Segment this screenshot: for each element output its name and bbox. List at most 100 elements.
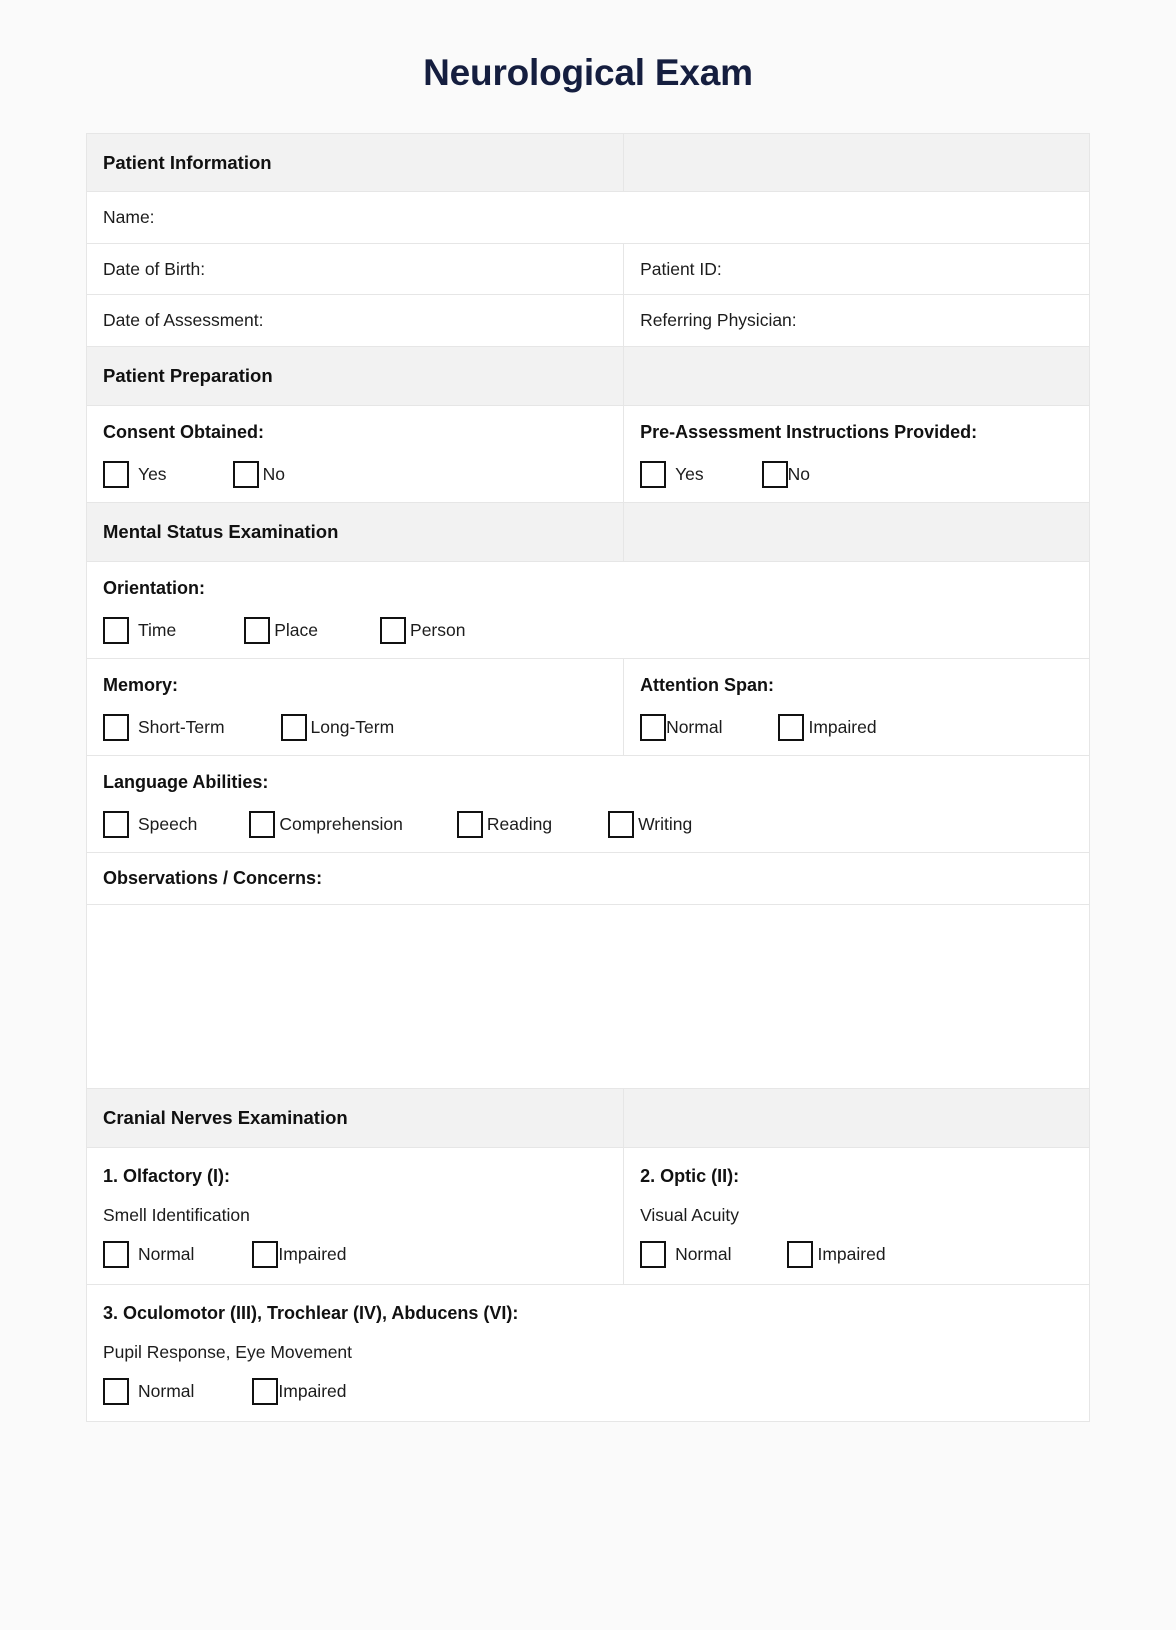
checkbox-option-optic-impaired[interactable]: Impaired xyxy=(787,1240,886,1268)
field-label-optic: 2. Optic (II): xyxy=(640,1165,740,1186)
checkbox-icon[interactable] xyxy=(787,1240,814,1268)
oculomotor-options: Normal Impaired xyxy=(103,1377,1073,1405)
field-label-orientation: Orientation: xyxy=(103,577,205,598)
checkbox-label: Comprehension xyxy=(279,814,403,835)
table-row-olfactory-optic: 1. Olfactory (I): Smell Identification N… xyxy=(87,1147,1089,1285)
checkbox-option-consent-yes[interactable]: Yes xyxy=(103,460,167,488)
table-row-orientation: Orientation: Time Place Person xyxy=(87,562,1089,659)
consent-options: Yes No xyxy=(103,460,607,488)
section-header-spacer xyxy=(624,503,1089,561)
checkbox-icon[interactable] xyxy=(232,460,259,488)
checkbox-icon[interactable] xyxy=(252,1240,279,1268)
checkbox-option-oculomotor-impaired[interactable]: Impaired xyxy=(252,1377,347,1405)
field-label-language-abilities: Language Abilities: xyxy=(103,771,269,792)
checkbox-label: Long-Term xyxy=(310,717,395,738)
checkbox-label: Place xyxy=(274,620,319,641)
checkbox-label: Normal xyxy=(138,1243,195,1264)
checkbox-option-language-writing[interactable]: Writing xyxy=(608,810,692,838)
table-row-name: Name: xyxy=(87,192,1089,244)
table-row-memory-attention: Memory: Short-Term Long-Term Attention S… xyxy=(87,658,1089,756)
table-row-assessment-physician: Date of Assessment: Referring Physician: xyxy=(87,295,1089,347)
checkbox-icon[interactable] xyxy=(280,713,307,741)
field-date-of-assessment[interactable]: Date of Assessment: xyxy=(87,295,625,346)
checkbox-icon[interactable] xyxy=(380,616,407,644)
checkbox-icon[interactable] xyxy=(103,460,129,488)
table-row-observations-label: Observations / Concerns: xyxy=(87,853,1089,905)
field-label-memory: Memory: xyxy=(103,674,179,695)
checkbox-option-orientation-place[interactable]: Place xyxy=(244,616,319,644)
pre-assessment-options: Yes No xyxy=(640,460,1073,488)
checkbox-option-orientation-time[interactable]: Time xyxy=(103,616,177,644)
table-row-dob-patientid: Date of Birth: Patient ID: xyxy=(87,243,1089,296)
checkbox-icon[interactable] xyxy=(608,810,635,838)
checkbox-option-memory-short-term[interactable]: Short-Term xyxy=(103,713,225,741)
checkbox-label: Time xyxy=(138,620,177,641)
field-label-pre-assessment-instructions: Pre-Assessment Instructions Provided: xyxy=(640,421,978,442)
checkbox-icon[interactable] xyxy=(761,460,788,488)
field-test-oculomotor: Pupil Response, Eye Movement xyxy=(103,1342,353,1363)
checkbox-icon[interactable] xyxy=(252,1377,279,1405)
checkbox-label: No xyxy=(262,464,285,485)
section-header-spacer xyxy=(624,347,1089,405)
field-label-oculomotor: 3. Oculomotor (III), Trochlear (IV), Abd… xyxy=(103,1302,519,1323)
section-title-patient-preparation: Patient Preparation xyxy=(87,346,625,405)
checkbox-icon[interactable] xyxy=(103,616,129,644)
section-header-patient-preparation: Patient Preparation xyxy=(87,346,1089,406)
field-label-consent-obtained: Consent Obtained: xyxy=(103,421,264,442)
checkbox-label: Normal xyxy=(666,717,723,738)
checkbox-option-language-comprehension[interactable]: Comprehension xyxy=(249,810,403,838)
checkbox-icon[interactable] xyxy=(244,616,271,644)
field-memory: Memory: Short-Term Long-Term xyxy=(87,658,625,755)
checkbox-option-optic-normal[interactable]: Normal xyxy=(640,1240,732,1268)
checkbox-icon[interactable] xyxy=(778,713,805,741)
checkbox-label: Yes xyxy=(675,464,704,485)
section-header-spacer xyxy=(624,134,1089,192)
field-referring-physician[interactable]: Referring Physician: xyxy=(624,295,1089,346)
table-row-oculomotor: 3. Oculomotor (III), Trochlear (IV), Abd… xyxy=(87,1285,1089,1421)
checkbox-icon[interactable] xyxy=(456,810,483,838)
optic-options: Normal Impaired xyxy=(640,1240,1073,1268)
field-patient-id[interactable]: Patient ID: xyxy=(624,244,1089,295)
checkbox-option-language-reading[interactable]: Reading xyxy=(456,810,552,838)
checkbox-icon[interactable] xyxy=(640,1240,667,1268)
checkbox-label: No xyxy=(787,464,810,485)
field-label-observations-wrap: Observations / Concerns: xyxy=(87,853,1089,904)
checkbox-icon[interactable] xyxy=(103,1377,129,1405)
field-label-patient-id: Patient ID: xyxy=(640,258,722,279)
field-label-observations: Observations / Concerns: xyxy=(103,867,323,888)
checkbox-option-orientation-person[interactable]: Person xyxy=(380,616,465,644)
checkbox-option-attention-impaired[interactable]: Impaired xyxy=(778,713,877,741)
field-test-olfactory: Smell Identification xyxy=(103,1205,250,1226)
checkbox-option-memory-long-term[interactable]: Long-Term xyxy=(280,713,395,741)
field-pre-assessment-instructions: Pre-Assessment Instructions Provided: Ye… xyxy=(624,406,1089,502)
section-header-cranial-nerves: Cranial Nerves Examination xyxy=(87,1088,1089,1148)
observations-textarea[interactable] xyxy=(87,905,1089,1088)
checkbox-option-olfactory-impaired[interactable]: Impaired xyxy=(252,1240,347,1268)
orientation-options: Time Place Person xyxy=(103,616,1073,644)
document-page: Neurological Exam Patient Information Na… xyxy=(0,0,1176,1630)
checkbox-option-oculomotor-normal[interactable]: Normal xyxy=(103,1377,194,1405)
checkbox-icon[interactable] xyxy=(640,713,667,741)
checkbox-icon[interactable] xyxy=(103,1240,129,1268)
checkbox-option-language-speech[interactable]: Speech xyxy=(103,810,197,838)
field-language-abilities: Language Abilities: Speech Comprehension… xyxy=(87,756,1089,852)
checkbox-icon[interactable] xyxy=(103,810,129,838)
checkbox-option-preassessment-no[interactable]: No xyxy=(761,460,810,488)
checkbox-icon[interactable] xyxy=(249,810,276,838)
field-date-of-birth[interactable]: Date of Birth: xyxy=(87,243,625,295)
checkbox-option-preassessment-yes[interactable]: Yes xyxy=(640,460,704,488)
checkbox-label: Short-Term xyxy=(138,717,225,738)
field-oculomotor: 3. Oculomotor (III), Trochlear (IV), Abd… xyxy=(87,1285,1089,1421)
field-olfactory: 1. Olfactory (I): Smell Identification N… xyxy=(87,1147,625,1284)
section-header-patient-information: Patient Information xyxy=(87,133,1089,193)
checkbox-icon[interactable] xyxy=(103,713,129,741)
checkbox-option-consent-no[interactable]: No xyxy=(232,460,285,488)
checkbox-option-attention-normal[interactable]: Normal xyxy=(640,713,723,741)
checkbox-label: Normal xyxy=(675,1243,732,1264)
field-test-optic: Visual Acuity xyxy=(640,1205,739,1226)
table-row-language-abilities: Language Abilities: Speech Comprehension… xyxy=(87,756,1089,853)
checkbox-icon[interactable] xyxy=(640,460,667,488)
field-attention-span: Attention Span: Normal Impaired xyxy=(624,659,1089,755)
field-name[interactable]: Name: xyxy=(87,192,1089,243)
checkbox-option-olfactory-normal[interactable]: Normal xyxy=(103,1240,195,1268)
